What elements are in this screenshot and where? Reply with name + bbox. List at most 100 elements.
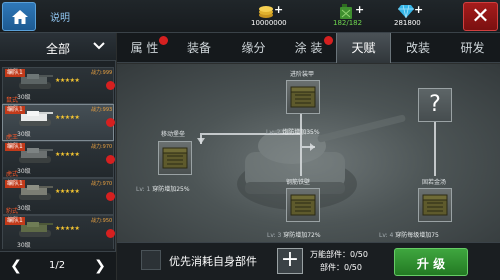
tab-bar: 属 性 装备 缘分 涂 装 天赋 改装 研发 bbox=[117, 33, 500, 63]
diamond-plus-icon[interactable]: + bbox=[414, 3, 423, 16]
tab-paint[interactable]: 涂 装 bbox=[281, 33, 336, 63]
tank-image bbox=[19, 185, 53, 200]
tank-image bbox=[19, 222, 53, 237]
tank-row-selected[interactable]: 编队1 战力:993 ★★★★★ 30级 虎王 bbox=[2, 104, 115, 141]
tank-name: 虎式 bbox=[6, 171, 19, 178]
home-icon bbox=[12, 10, 28, 24]
fuel-can-icon bbox=[340, 4, 352, 19]
star-rating: ★★★★★ bbox=[55, 77, 80, 84]
pager: ❮ 1/2 ❯ bbox=[0, 251, 116, 280]
talent-desc: Lv: 2 炮防增加35% bbox=[266, 127, 320, 136]
notification-badge bbox=[106, 81, 115, 90]
talent-node-fortress[interactable] bbox=[158, 141, 192, 175]
priority-label: 优先消耗自身部件 bbox=[169, 255, 257, 268]
tank-row[interactable]: 编队1 战力:970 ★★★★★ 30级 豹式 bbox=[2, 178, 115, 215]
chevron-down-icon bbox=[93, 42, 105, 50]
tab-label: 涂 装 bbox=[294, 41, 323, 55]
gold-plus-icon[interactable]: + bbox=[274, 3, 283, 16]
talent-effect: 炮防增加35% bbox=[282, 129, 320, 136]
fuel-amount: 182/182 bbox=[333, 19, 363, 27]
upgrade-label: 升 级 bbox=[416, 257, 446, 271]
tank-row[interactable]: 编队1 战力:950 ★★★★★ 30级 bbox=[2, 215, 115, 249]
next-page-icon[interactable]: ❯ bbox=[88, 254, 112, 278]
tank-image bbox=[19, 111, 53, 126]
talent-effect: 穿防增加72% bbox=[283, 232, 321, 239]
gold-coin-icon bbox=[259, 6, 273, 18]
ammo-crate-icon bbox=[162, 147, 188, 169]
filter-dropdown[interactable]: 全部 bbox=[0, 33, 116, 61]
notification-badge bbox=[106, 155, 115, 164]
tab-label: 改装 bbox=[405, 41, 430, 55]
talent-level: Lv: 4 bbox=[379, 232, 394, 239]
tab-label: 属 性 bbox=[130, 41, 159, 55]
priority-checkbox[interactable] bbox=[141, 250, 161, 270]
ammo-crate-icon bbox=[422, 194, 448, 216]
talent-node-impregnable[interactable] bbox=[418, 188, 452, 222]
diamond-icon bbox=[398, 4, 414, 18]
tank-row[interactable]: 编队1 战力:999 ★★★★★ 30级 鼠式 bbox=[2, 67, 115, 104]
tank-image bbox=[19, 74, 53, 89]
add-parts-button[interactable]: + bbox=[277, 247, 303, 274]
tab-modify[interactable]: 改装 bbox=[391, 33, 445, 63]
notification-badge bbox=[106, 118, 115, 127]
question-mark-icon: ? bbox=[429, 92, 441, 117]
tank-sidebar: 全部 编队1 战力:999 ★★★★★ 30级 鼠式 编队1 战力:993 ★★… bbox=[0, 33, 116, 280]
power-value: 战力:970 bbox=[91, 144, 113, 150]
star-rating: ★★★★★ bbox=[55, 188, 80, 195]
talent-node-locked[interactable]: ? bbox=[418, 88, 452, 122]
close-icon: ✕ bbox=[471, 4, 490, 29]
tank-row[interactable]: 编队1 战力:970 ★★★★★ 30级 虎式 bbox=[2, 141, 115, 178]
home-button[interactable] bbox=[2, 2, 36, 31]
tab-label: 装备 bbox=[186, 41, 211, 55]
close-button[interactable]: ✕ bbox=[463, 2, 498, 31]
page-indicator: 1/2 bbox=[49, 260, 66, 271]
tank-level: 30级 bbox=[17, 205, 31, 212]
filter-label: 全部 bbox=[46, 42, 71, 56]
fuel-resource[interactable]: + 182/182 bbox=[333, 3, 389, 30]
tank-list[interactable]: 编队1 战力:999 ★★★★★ 30级 鼠式 编队1 战力:993 ★★★★★… bbox=[0, 63, 116, 249]
tank-level: 30级 bbox=[17, 94, 31, 101]
talent-node-iron-wall[interactable] bbox=[286, 188, 320, 222]
talent-tree: 进阶装甲 Lv: 2 炮防增加35% 移动堡垒 Lv: 1 穿防增加25% 钢筋… bbox=[117, 64, 500, 242]
top-bar: 说明 + 10000000 + 182/182 + 281800 ✕ bbox=[0, 0, 500, 33]
tab-fate[interactable]: 缘分 bbox=[226, 33, 281, 63]
bottom-bar: 优先消耗自身部件 + 万能部件：0/50 部件：0/50 升 级 bbox=[117, 242, 500, 280]
gold-amount: 10000000 bbox=[251, 19, 287, 27]
tank-name: 鼠式 bbox=[6, 97, 19, 104]
talent-desc: Lv: 3 穿防增加72% bbox=[267, 230, 321, 239]
tab-research[interactable]: 研发 bbox=[445, 33, 500, 63]
diamond-amount: 281800 bbox=[394, 19, 421, 27]
tab-attributes[interactable]: 属 性 bbox=[117, 33, 172, 63]
tab-label: 天赋 bbox=[351, 41, 376, 55]
tab-label: 缘分 bbox=[241, 41, 266, 55]
tank-name: 豹式 bbox=[6, 208, 19, 215]
talent-title: 钢筋铁壁 bbox=[286, 179, 311, 186]
upgrade-button[interactable]: 升 级 bbox=[394, 248, 468, 276]
prev-page-icon[interactable]: ❮ bbox=[4, 254, 28, 278]
fuel-plus-icon[interactable]: + bbox=[355, 3, 364, 16]
universal-parts-count: 万能部件：0/50 bbox=[310, 250, 368, 259]
ammo-crate-icon bbox=[290, 194, 316, 216]
notification-badge bbox=[106, 229, 115, 238]
diamond-resource[interactable]: + 281800 bbox=[394, 3, 448, 30]
tank-level: 30级 bbox=[17, 131, 31, 138]
talent-desc: Lv: 4 穿防每级增加75 bbox=[379, 230, 439, 239]
gold-resource[interactable]: + 10000000 bbox=[251, 3, 318, 30]
star-rating: ★★★★★ bbox=[55, 151, 80, 158]
tank-level: 30级 bbox=[17, 168, 31, 175]
star-rating: ★★★★★ bbox=[55, 114, 80, 121]
tab-talent[interactable]: 天赋 bbox=[336, 33, 391, 63]
talent-node-armor[interactable] bbox=[286, 80, 320, 114]
ammo-crate-icon bbox=[290, 86, 316, 108]
talent-level: Lv: 3 bbox=[267, 232, 282, 239]
help-link[interactable]: 说明 bbox=[50, 9, 70, 24]
tank-level: 30级 bbox=[17, 242, 31, 249]
parts-count: 部件：0/50 bbox=[320, 263, 362, 272]
power-value: 战力:999 bbox=[91, 70, 113, 76]
tab-equipment[interactable]: 装备 bbox=[172, 33, 226, 63]
notification-badge bbox=[106, 192, 115, 201]
talent-effect: 穿防每级增加75 bbox=[395, 232, 439, 239]
notification-badge bbox=[324, 36, 333, 45]
tank-name: 虎王 bbox=[6, 134, 19, 141]
power-value: 战力:950 bbox=[91, 218, 113, 224]
